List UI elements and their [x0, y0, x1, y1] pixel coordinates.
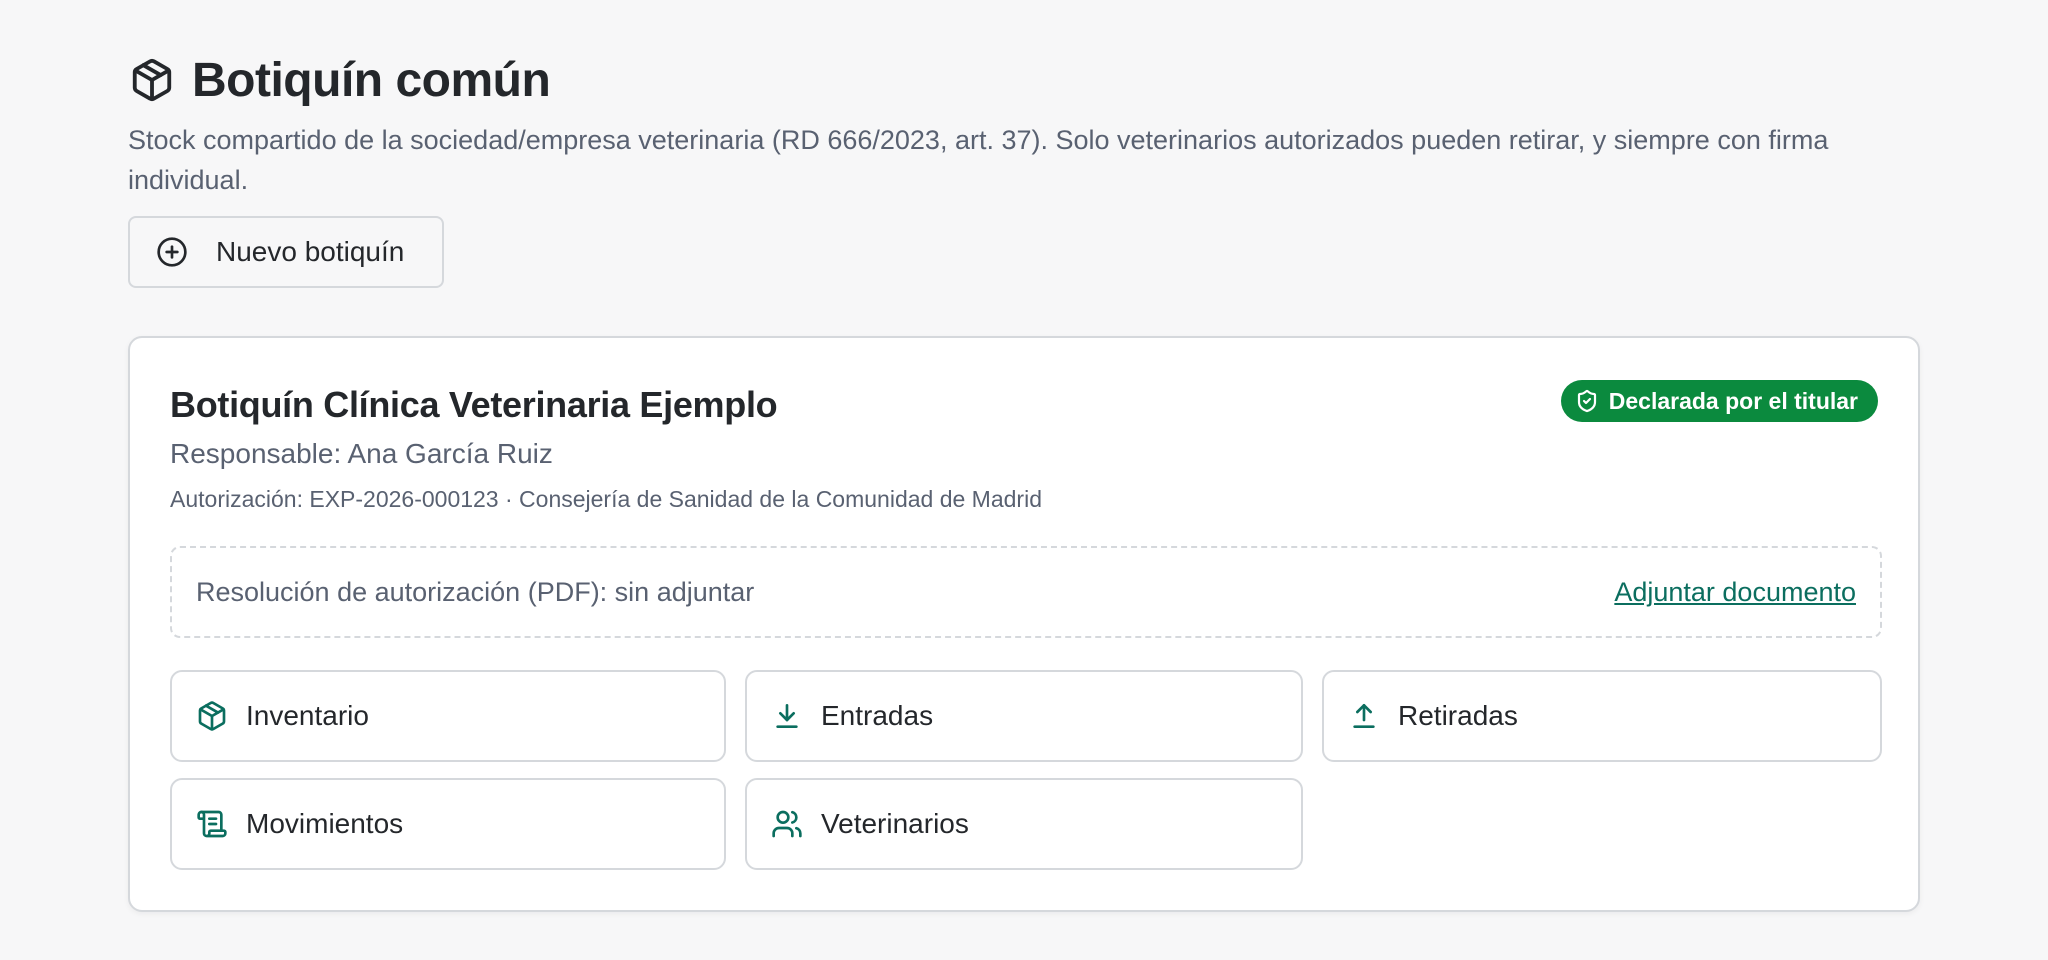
tile-movimientos[interactable]: Movimientos — [170, 778, 726, 870]
tile-label: Retiradas — [1398, 700, 1518, 731]
tile-entradas[interactable]: Entradas — [745, 670, 1303, 762]
tile-inventario[interactable]: Inventario — [170, 670, 726, 762]
kit-card: Botiquín Clínica Veterinaria Ejemplo Res… — [128, 336, 1920, 912]
download-icon — [771, 700, 803, 732]
plus-circle-icon — [156, 236, 188, 268]
status-badge-label: Declarada por el titular — [1608, 387, 1858, 414]
new-kit-label: Nuevo botiquín — [216, 236, 405, 267]
new-kit-button[interactable]: Nuevo botiquín — [128, 216, 444, 288]
tile-retiradas[interactable]: Retiradas — [1322, 670, 1882, 762]
page: Botiquín común Stock compartido de la so… — [0, 0, 2048, 960]
shield-check-icon — [1575, 389, 1599, 413]
document-status: Resolución de autorización (PDF): sin ad… — [196, 576, 755, 607]
kit-authorization: Autorización: EXP-2026-000123 · Consejer… — [170, 486, 1042, 512]
upload-icon — [1348, 700, 1380, 732]
kit-responsible: Responsable: Ana García Ruiz — [170, 438, 553, 469]
status-badge: Declarada por el titular — [1560, 380, 1878, 422]
tile-label: Movimientos — [246, 808, 404, 839]
page-title: Botiquín común — [192, 53, 551, 107]
authorization-document-box: Resolución de autorización (PDF): sin ad… — [170, 546, 1882, 638]
package-icon — [128, 56, 176, 104]
tile-veterinarios[interactable]: Veterinarios — [745, 778, 1303, 870]
attach-document-link[interactable]: Adjuntar documento — [1614, 577, 1856, 608]
users-icon — [771, 808, 803, 840]
tile-label: Inventario — [246, 700, 369, 731]
tile-label: Entradas — [821, 700, 934, 731]
scroll-icon — [196, 808, 228, 840]
page-description: Stock compartido de la sociedad/empresa … — [128, 125, 1829, 195]
package-icon — [196, 700, 228, 732]
kit-title: Botiquín Clínica Veterinaria Ejemplo — [170, 384, 778, 425]
tile-label: Veterinarios — [821, 808, 969, 839]
title-row: Botiquín común — [128, 52, 1928, 108]
page-header: Botiquín común Stock compartido de la so… — [128, 52, 1928, 200]
